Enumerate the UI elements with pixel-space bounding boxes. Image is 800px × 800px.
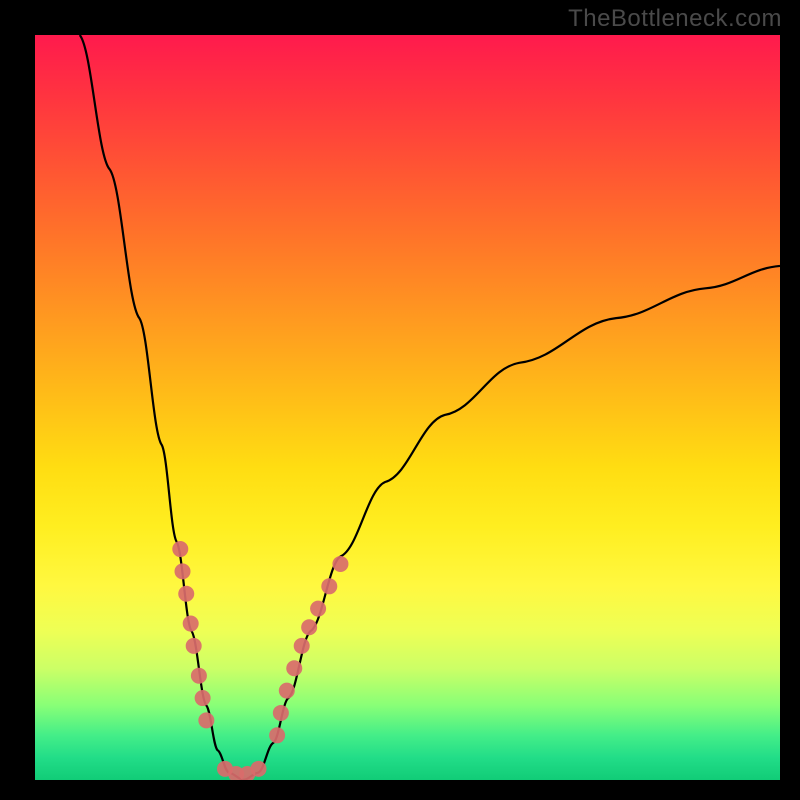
data-marker xyxy=(183,616,199,632)
data-marker xyxy=(301,619,317,635)
data-marker xyxy=(310,601,326,617)
data-marker xyxy=(195,690,211,706)
data-marker xyxy=(286,660,302,676)
data-marker xyxy=(178,586,194,602)
bottleneck-curve xyxy=(80,35,780,780)
data-marker xyxy=(269,727,285,743)
data-marker xyxy=(279,683,295,699)
plot-area xyxy=(35,35,780,780)
data-marker xyxy=(294,638,310,654)
data-marker xyxy=(175,563,191,579)
watermark-text: TheBottleneck.com xyxy=(568,5,782,33)
data-marker xyxy=(251,761,267,777)
data-marker xyxy=(273,705,289,721)
data-marker xyxy=(186,638,202,654)
data-marker xyxy=(332,556,348,572)
data-marker xyxy=(172,541,188,557)
data-marker xyxy=(198,712,214,728)
data-marker xyxy=(191,668,207,684)
chart-svg xyxy=(35,35,780,780)
data-marker xyxy=(321,578,337,594)
chart-container: TheBottleneck.com xyxy=(0,0,800,800)
